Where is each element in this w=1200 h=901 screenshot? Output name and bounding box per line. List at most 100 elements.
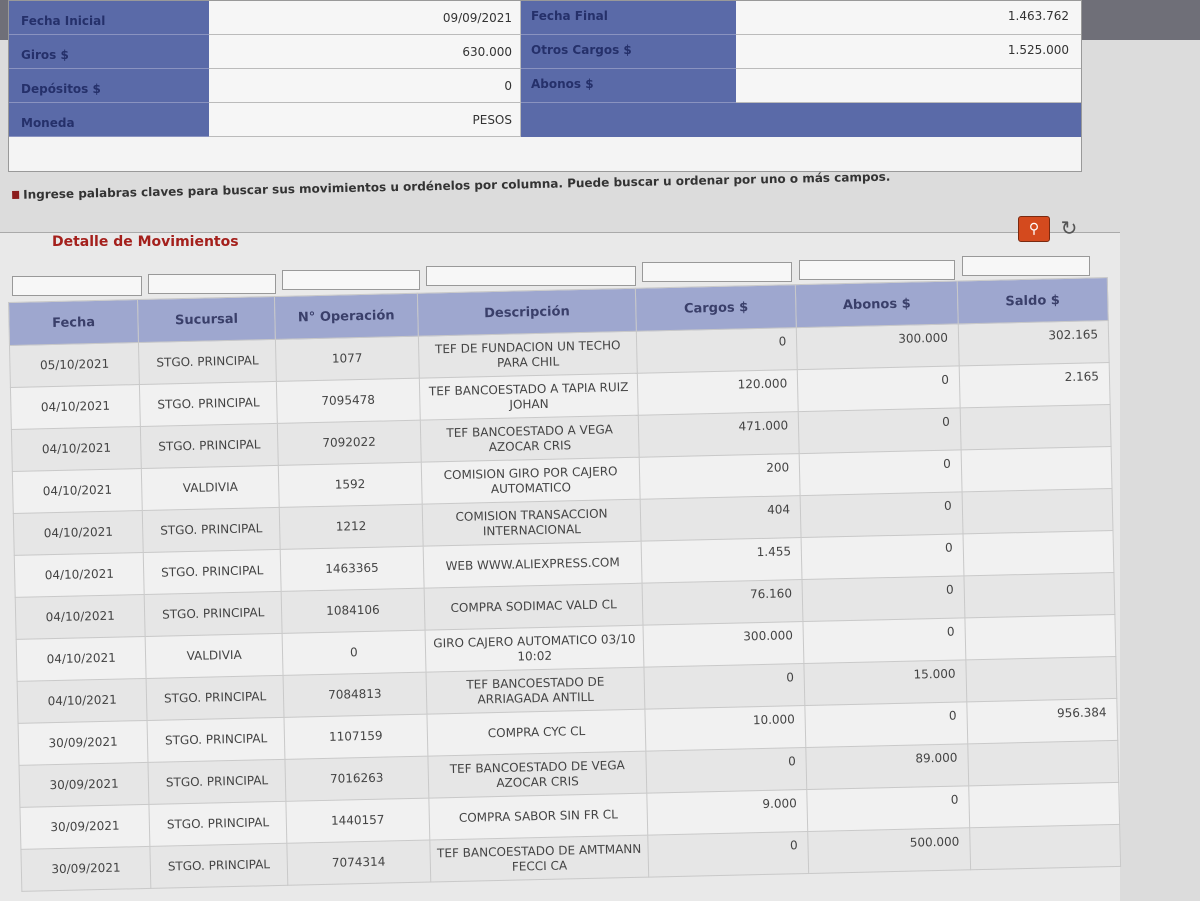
cell-abonos: 0 [803,617,966,664]
header-descripcion[interactable]: Descripción [417,288,637,337]
cell-sucursal: STGO. PRINCIPAL [138,339,277,385]
cell-cargos: 404 [640,495,802,542]
summary-label: Depósitos $ [9,69,209,103]
search-button[interactable]: ⚲ [1018,216,1050,242]
cell-fecha: 04/10/2021 [11,426,142,472]
table-body: 05/10/2021 STGO. PRINCIPAL 1077 TEF DE FUND… [9,320,1121,892]
summary-value: 1.525.000 [736,35,1081,69]
cell-descripcion: TEF BANCOESTADO A TAPIA RUIZ JOHAN [419,373,639,421]
cell-sucursal: STGO. PRINCIPAL [150,843,288,889]
bullet-icon [12,190,20,199]
summary-value: 630.000 [209,35,521,69]
cell-sucursal: STGO. PRINCIPAL [143,549,282,595]
header-sucursal[interactable]: Sucursal [137,296,276,343]
cell-descripcion: TEF BANCOESTADO A VEGA AZOCAR CRIS [420,415,640,463]
cell-cargos: 471.000 [638,411,800,458]
cell-abonos: 500.000 [807,827,971,874]
refresh-button[interactable]: ↻ [1056,216,1082,240]
summary-label: Fecha Final [521,1,736,35]
summary-row: Depósitos $ 0 Abonos $ [9,69,1081,103]
filter-descripcion-input[interactable] [426,266,636,286]
cell-fecha: 30/09/2021 [19,762,150,808]
cell-fecha: 05/10/2021 [9,342,140,388]
cell-cargos: 0 [648,831,809,878]
header-abonos[interactable]: Abonos $ [795,280,959,328]
header-fecha[interactable]: Fecha [8,299,139,346]
cell-sucursal: STGO. PRINCIPAL [146,675,284,721]
header-cargos[interactable]: Cargos $ [635,284,797,332]
header-saldo[interactable]: Saldo $ [957,277,1109,324]
cell-saldo [961,488,1113,534]
cell-cargos: 120.000 [637,369,799,416]
header-operacion[interactable]: N° Operación [274,293,419,340]
summary-row: Fecha Inicial 09/09/2021 Fecha Final 1.4… [9,1,1081,35]
cell-operacion: 7016263 [284,756,429,802]
cell-cargos: 1.455 [641,537,803,584]
filter-cargos-input[interactable] [642,262,792,282]
summary-value [736,69,1081,103]
cell-operacion: 7084813 [283,672,427,718]
cell-cargos: 200 [639,453,801,500]
cell-sucursal: STGO. PRINCIPAL [149,801,287,847]
summary-label: Abonos $ [521,69,736,103]
cell-abonos: 0 [797,365,961,412]
cell-operacion: 1212 [279,504,423,550]
search-icon: ⚲ [1028,221,1040,237]
summary-fill [521,103,1081,137]
filter-fecha-input[interactable] [12,276,142,296]
movements-table: Fecha Sucursal N° Operación Descripción … [8,277,1121,892]
cell-fecha: 30/09/2021 [19,804,151,850]
cell-operacion: 7095478 [276,378,421,424]
cell-descripcion: TEF DE FUNDACION UN TECHO PARA CHIL [418,331,638,379]
summary-value: 1.463.762 [736,1,1081,35]
cell-sucursal: STGO. PRINCIPAL [147,717,285,763]
cell-sucursal: STGO. PRINCIPAL [139,381,278,427]
cell-cargos: 9.000 [647,789,808,836]
cell-sucursal: STGO. PRINCIPAL [148,759,286,805]
cell-abonos: 0 [806,785,970,832]
cell-fecha: 04/10/2021 [15,594,146,640]
cell-saldo [960,446,1113,492]
cell-saldo [962,530,1114,576]
cell-cargos: 300.000 [643,621,805,668]
cell-descripcion: TEF BANCOESTADO DE VEGA AZOCAR CRIS [427,751,648,799]
cell-descripcion: GIRO CAJERO AUTOMATICO 03/10 10:02 [424,625,645,673]
cell-abonos: 0 [799,449,962,496]
cell-operacion: 7074314 [286,840,431,886]
cell-cargos: 10.000 [645,705,807,752]
filter-saldo-input[interactable] [962,256,1090,276]
cell-saldo: 2.165 [959,362,1111,408]
cell-operacion: 1463365 [280,546,424,592]
cell-fecha: 30/09/2021 [18,720,149,766]
summary-label: Fecha Inicial [9,1,209,35]
cell-saldo: 956.384 [966,698,1118,744]
cell-operacion: 0 [282,630,426,676]
cell-descripcion: COMPRA SODIMAC VALD CL [423,583,644,631]
cell-operacion: 1077 [275,336,420,382]
cell-fecha: 04/10/2021 [16,636,147,682]
cell-descripcion: COMISION TRANSACCION INTERNACIONAL [421,499,642,547]
refresh-icon: ↻ [1060,216,1078,240]
cell-saldo [963,572,1115,618]
cell-fecha: 04/10/2021 [14,552,145,598]
cell-descripcion: COMPRA SABOR SIN FR CL [428,793,649,841]
cell-fecha: 04/10/2021 [13,510,144,556]
filter-operacion-input[interactable] [282,270,420,290]
filter-sucursal-input[interactable] [148,274,276,294]
cell-abonos: 0 [805,701,968,748]
cell-operacion: 1107159 [283,714,428,760]
summary-row: Moneda PESOS [9,103,1081,137]
cell-abonos: 0 [800,491,963,538]
summary-row: Giros $ 630.000 Otros Cargos $ 1.525.000 [9,35,1081,69]
cell-descripcion: TEF BANCOESTADO DE ARRIAGADA ANTILL [425,667,646,715]
cell-sucursal: STGO. PRINCIPAL [140,423,279,469]
cell-sucursal: STGO. PRINCIPAL [144,591,283,637]
cell-descripcion: WEB WWW.ALIEXPRESS.COM [422,541,643,589]
cell-abonos: 89.000 [806,743,969,790]
cell-cargos: 0 [646,747,807,794]
account-summary: Fecha Inicial 09/09/2021 Fecha Final 1.4… [8,0,1082,172]
search-hint: Ingrese palabras claves para buscar sus … [12,167,1012,202]
cell-descripcion: COMISION GIRO POR CAJERO AUTOMATICO [420,457,641,505]
cell-saldo [968,782,1120,828]
filter-abonos-input[interactable] [799,260,955,280]
